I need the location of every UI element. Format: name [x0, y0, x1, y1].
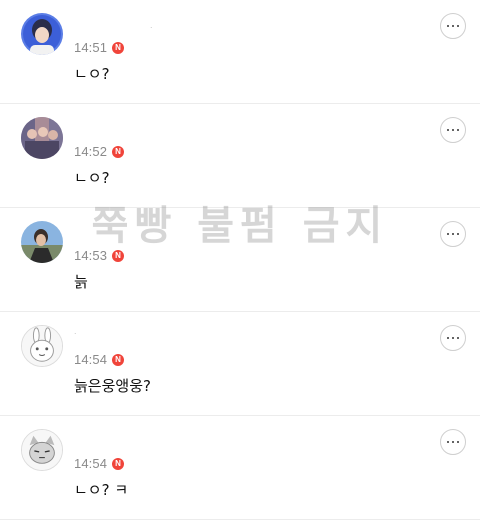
avatar[interactable]: [21, 117, 63, 159]
comment-item: . 14:51 N ㄴㅇ?: [0, 0, 480, 104]
comment-time: 14:51: [74, 40, 108, 55]
new-badge-icon: N: [112, 249, 125, 262]
comment-text: 늙: [74, 273, 88, 291]
comment-item: 14:53 N 늙: [0, 208, 480, 312]
avatar[interactable]: [21, 13, 63, 55]
comment-text: ㄴㅇ?: [74, 169, 110, 187]
avatar[interactable]: [21, 221, 63, 263]
more-options-icon[interactable]: [440, 117, 466, 143]
comment-time: 14:54: [74, 456, 108, 471]
comment-item: 14:52 N ㄴㅇ?: [0, 104, 480, 208]
new-badge-icon: N: [112, 457, 125, 470]
comment-time: 14:53: [74, 248, 108, 263]
more-options-icon[interactable]: [440, 325, 466, 351]
more-options-icon[interactable]: [440, 13, 466, 39]
comment-time: 14:52: [74, 144, 108, 159]
comment-item: . 14:54 N 늙은웅앵웅?: [0, 312, 480, 416]
author-name[interactable]: .: [150, 20, 153, 30]
new-badge-icon: N: [112, 41, 125, 54]
more-options-icon[interactable]: [440, 221, 466, 247]
comment-item: 14:54 N ㄴㅇ? ㅋ: [0, 416, 480, 520]
avatar[interactable]: [21, 429, 63, 471]
more-options-icon[interactable]: [440, 429, 466, 455]
avatar[interactable]: [21, 325, 63, 367]
comment-text: ㄴㅇ?: [74, 65, 110, 83]
comment-text: ㄴㅇ? ㅋ: [74, 481, 129, 499]
new-badge-icon: N: [112, 353, 125, 366]
comment-time: 14:54: [74, 352, 108, 367]
comment-text: 늙은웅앵웅?: [74, 377, 151, 395]
author-name[interactable]: .: [74, 326, 77, 336]
new-badge-icon: N: [112, 145, 125, 158]
